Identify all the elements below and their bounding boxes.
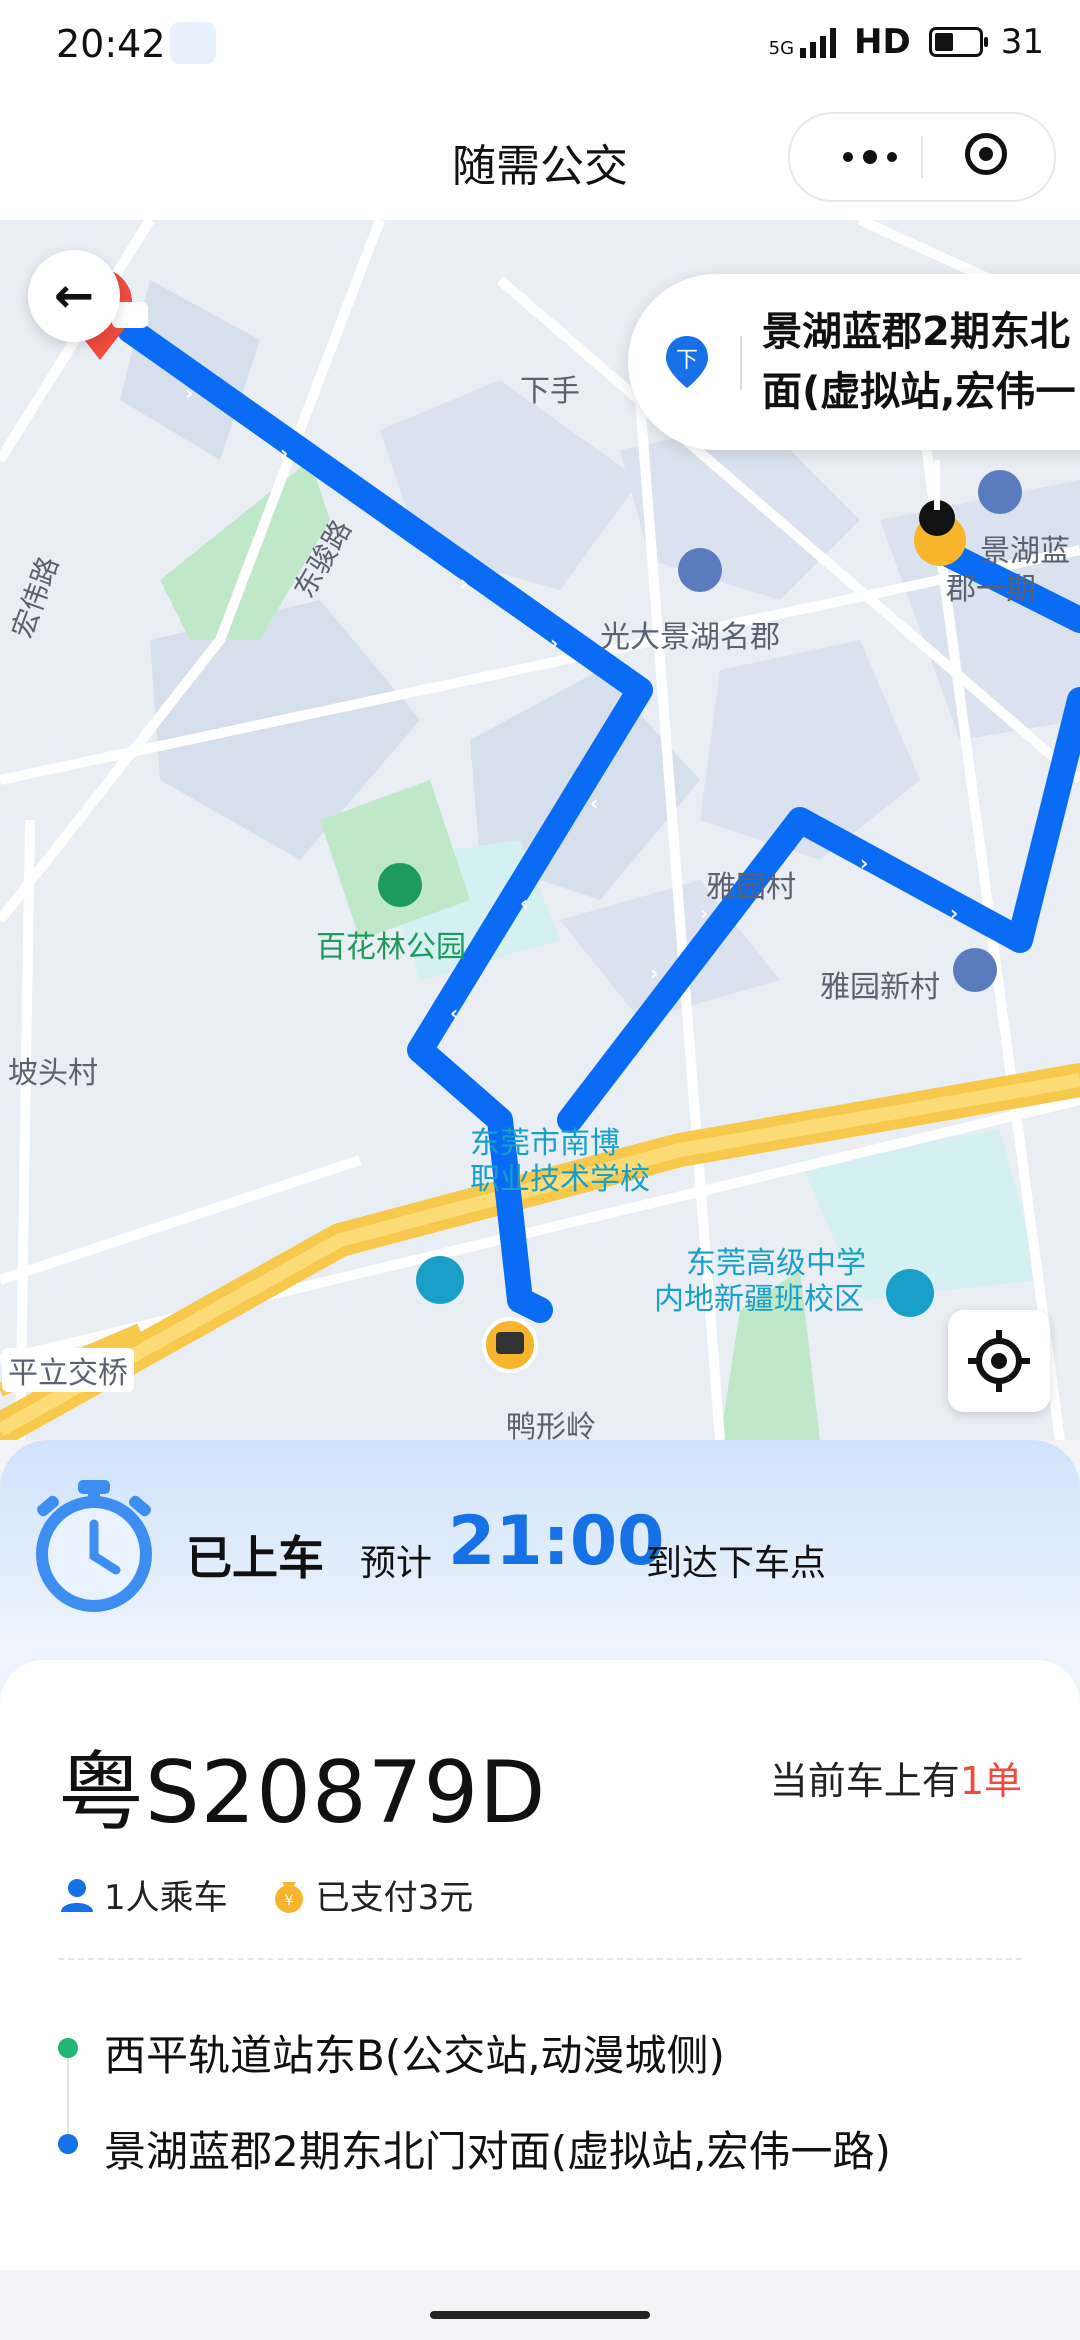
dropoff-callout[interactable]: 下 景湖蓝郡2期东北 面(虚拟站,宏伟一	[628, 274, 1080, 450]
divider	[58, 1958, 1022, 1960]
callout-divider	[740, 336, 742, 390]
money-bag-icon: ¥	[274, 1881, 303, 1913]
svg-text:›: ›	[280, 441, 288, 465]
route-map[interactable]: › › › › ‹ ‹ ‹ › › › › 东骏路 宏伟路 下手 光大景湖名郡 …	[0, 220, 1080, 1440]
arrow-left-icon: ←	[53, 268, 95, 324]
network-label: 5G	[768, 38, 795, 59]
locate-icon	[968, 1330, 1030, 1392]
orders-count: 1单	[959, 1759, 1022, 1803]
stopwatch-icon	[36, 1480, 152, 1612]
eta-prefix: 预计	[360, 1543, 433, 1584]
dropoff-callout-line-2: 面(虚拟站,宏伟一	[762, 369, 1076, 415]
dropoff-dot-icon	[58, 2134, 78, 2154]
telegram-icon	[170, 22, 216, 64]
svg-text:‹: ‹	[590, 791, 598, 815]
eta-suffix: 到达下车点	[646, 1543, 827, 1584]
map-label-yaxingling: 鸭形岭	[506, 1410, 596, 1440]
dropoff-callout-line-1: 景湖蓝郡2期东北	[762, 309, 1070, 355]
svg-text:‹: ‹	[450, 1001, 458, 1025]
svg-text:›: ›	[860, 851, 868, 875]
dropoff-marker-icon: 下	[666, 336, 708, 388]
eta-time: 21:00	[448, 1502, 665, 1581]
svg-text:›: ›	[460, 571, 468, 595]
status-bar: 20:42 5G HD 31	[0, 0, 1080, 92]
dropoff-callout-text: 景湖蓝郡2期东北 面(虚拟站,宏伟一	[762, 302, 1080, 422]
home-indicator[interactable]	[430, 2311, 650, 2319]
map-label-pingli: 平立交桥	[2, 1348, 134, 1392]
svg-text:›: ›	[650, 961, 658, 985]
more-icon[interactable]	[830, 140, 910, 174]
svg-text:›: ›	[950, 901, 958, 925]
map-label-jinghu-2: 郡一期	[946, 572, 1036, 607]
passenger-count: 1人乘车	[104, 1878, 228, 1918]
ride-status-label: 已上车	[186, 1531, 324, 1585]
capsule-divider	[921, 136, 923, 178]
gesture-area	[0, 2270, 1080, 2340]
svg-text:¥: ¥	[284, 1893, 293, 1909]
map-label-potoucun: 坡头村	[8, 1056, 98, 1091]
back-button[interactable]: ←	[28, 250, 120, 342]
license-plate: 粤S20879D	[58, 1743, 547, 1843]
svg-text:‹: ‹	[520, 891, 528, 915]
miniprogram-capsule	[788, 112, 1056, 202]
map-label-xiashou: 下手	[520, 374, 580, 409]
map-label-nanbo-2: 职业技术学校	[470, 1162, 650, 1197]
status-time: 20:42	[56, 22, 166, 66]
map-label-gaoji-2: 内地新疆班校区	[654, 1282, 864, 1317]
battery-level: 31	[1000, 22, 1044, 62]
signal-icon: 5G	[768, 26, 837, 59]
svg-text:下: 下	[676, 348, 698, 373]
map-label-yayuancun: 雅园村	[706, 870, 796, 905]
hd-label: HD	[854, 22, 911, 62]
dropoff-stop: 景湖蓝郡2期东北门对面(虚拟站,宏伟一路)	[104, 2127, 891, 2176]
payment-status: 已支付3元	[315, 1878, 474, 1918]
orders-onboard: 当前车上有1单	[770, 1750, 1022, 1805]
orders-prefix: 当前车上有	[769, 1759, 960, 1803]
map-label-guangda: 光大景湖名郡	[600, 620, 780, 655]
map-label-yayuanxincun: 雅园新村	[820, 970, 940, 1005]
title-bar: 随需公交	[0, 92, 1080, 220]
recenter-button[interactable]	[948, 1310, 1050, 1412]
passenger-icon	[61, 1878, 93, 1912]
pickup-stop: 西平轨道站东B(公交站,动漫城侧)	[104, 2031, 725, 2080]
map-label-baihualin: 百花林公园	[316, 930, 466, 965]
vehicle-info-card: 粤S20879D 当前车上有1单 1人乘车 ¥ 已支付3元 西平轨道站东B(公交…	[0, 1660, 1080, 2270]
svg-text:›: ›	[550, 631, 558, 655]
trip-meta: 1人乘车 ¥ 已支付3元	[58, 1870, 473, 1919]
pickup-dot-icon	[58, 2038, 78, 2058]
svg-text:›: ›	[185, 381, 193, 405]
status-right: 5G HD 31	[769, 22, 1044, 62]
close-miniprogram-icon[interactable]	[965, 133, 1007, 175]
battery-icon	[928, 27, 988, 57]
